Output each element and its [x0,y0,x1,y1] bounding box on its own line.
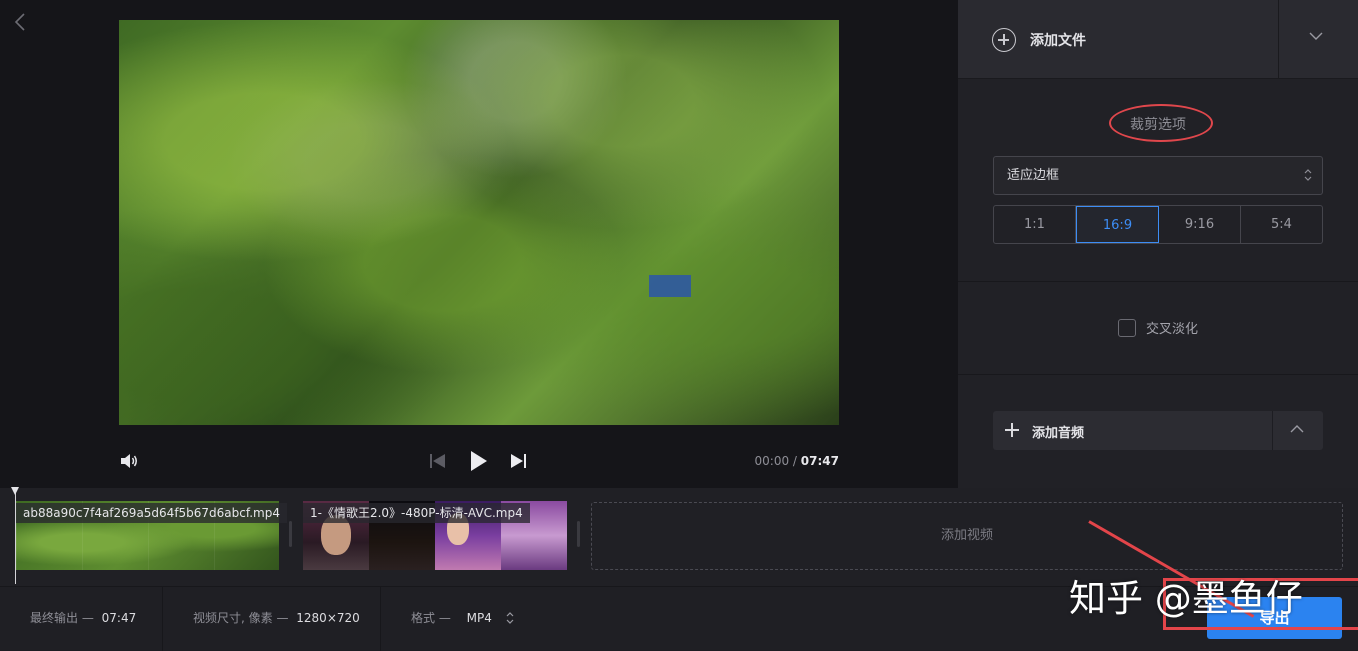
video-preview [119,20,839,425]
watermark: 知乎 @墨鱼仔 [1069,577,1303,620]
skip-next-icon[interactable] [509,452,527,470]
video-sign-shape [649,275,691,297]
crossfade-checkbox[interactable] [1118,318,1136,337]
timeline-clip[interactable]: ab88a90c7f4af269a5d64f5b67d6abcf.mp4 [16,501,287,570]
total-time: 07:47 [800,454,839,468]
video-size-label: 视频尺寸, 像素 — [193,611,289,625]
time-display: 00:00 / 07:47 [755,454,840,468]
final-output-label: 最终输出 — [30,611,94,625]
back-icon[interactable] [14,12,34,36]
chevron-down-icon[interactable] [1308,28,1328,48]
current-time: 00:00 [754,454,790,468]
final-output-value: 07:47 [101,611,137,625]
video-player: 00:00 / 07:47 [0,0,958,498]
annotation-ellipse [1109,104,1213,142]
plus-icon[interactable] [1005,423,1019,437]
add-file-button[interactable]: 添加文件 [992,28,1086,52]
add-file-label: 添加文件 [1030,33,1086,49]
add-circle-icon [992,28,1016,52]
add-audio-button[interactable]: 添加音频 [1032,422,1084,441]
playhead[interactable] [11,487,19,584]
divider [958,281,1358,282]
ratio-1-1[interactable]: 1:1 [994,206,1076,243]
clip-drag-handle[interactable] [577,521,580,547]
volume-icon[interactable] [119,451,139,471]
crossfade-option[interactable]: 交叉淡化 [1118,318,1198,337]
add-audio-bar: 添加音频 [993,411,1323,450]
sort-arrows-icon [506,611,514,627]
settings-panel: 添加文件 裁剪选项 适应边框 1:1 16:9 9:16 5:4 交叉淡化 添加… [958,0,1358,488]
skip-previous-icon[interactable] [429,452,447,470]
video-size-value: 1280×720 [296,611,360,625]
format-label: 格式 — [411,611,451,625]
divider [1278,0,1279,79]
chevron-up-icon[interactable] [1289,421,1305,437]
sort-arrows-icon [1304,167,1312,183]
divider [958,374,1358,375]
play-icon[interactable] [469,450,489,472]
clip-filename: ab88a90c7f4af269a5d64f5b67d6abcf.mp4 [16,503,287,523]
ratio-16-9[interactable]: 16:9 [1076,206,1159,243]
divider [1272,411,1273,450]
fit-mode-select[interactable]: 适应边框 [993,156,1323,195]
timeline-clip[interactable]: 1-《情歌王2.0》-480P-标清-AVC.mp4 [303,501,567,570]
ratio-5-4[interactable]: 5:4 [1241,206,1322,243]
format-value: MP4 [466,611,492,625]
playback-controls: 00:00 / 07:47 [119,446,839,476]
clip-filename: 1-《情歌王2.0》-480P-标清-AVC.mp4 [303,503,530,523]
final-output-info: 最终输出 — 07:47 [30,587,136,651]
video-size-info: 视频尺寸, 像素 — 1280×720 [193,587,360,651]
format-selector[interactable]: 格式 — MP4 [411,587,514,651]
add-video-dropzone[interactable]: 添加视频 [591,502,1343,570]
ratio-9-16[interactable]: 9:16 [1159,206,1241,243]
clip-drag-handle[interactable] [289,521,292,547]
divider [162,587,163,651]
time-separator: / [792,454,797,468]
crossfade-label: 交叉淡化 [1146,322,1199,337]
fit-mode-value: 适应边框 [1007,168,1060,183]
add-file-bar: 添加文件 [958,0,1358,79]
aspect-ratio-group: 1:1 16:9 9:16 5:4 [993,205,1323,244]
divider [380,587,381,651]
